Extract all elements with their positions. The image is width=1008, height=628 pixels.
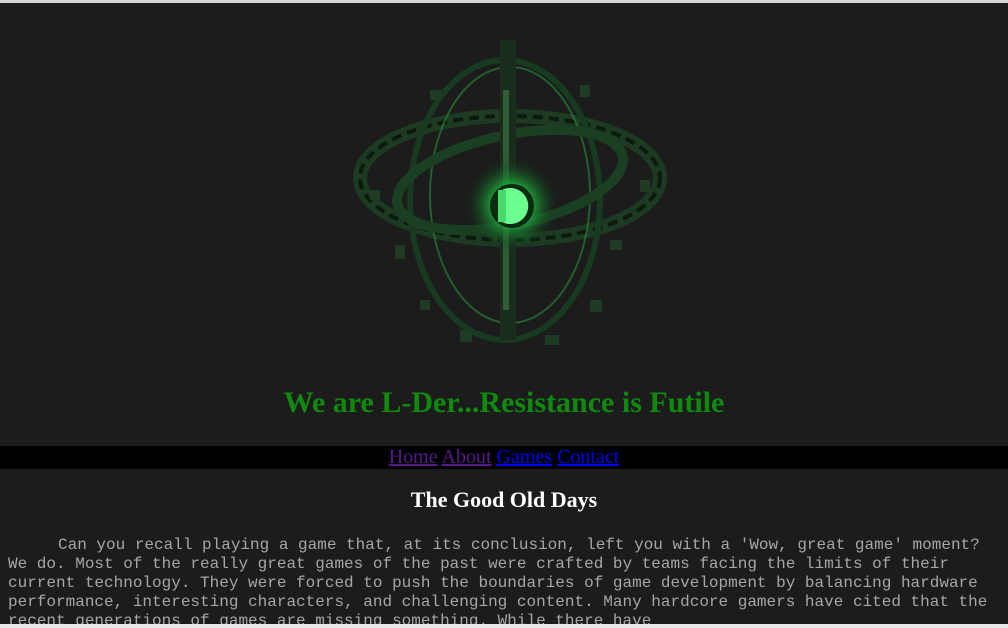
browser-top-edge <box>0 0 1008 3</box>
nav-link-about[interactable]: About <box>442 446 492 468</box>
nav-link-games[interactable]: Games <box>497 446 553 468</box>
l-der-logo-icon <box>353 40 667 345</box>
horizontal-scrollbar[interactable] <box>0 624 1008 628</box>
nav-link-home[interactable]: Home <box>389 446 438 468</box>
main-nav: Home About Games Contact <box>0 446 1008 469</box>
intro-paragraph: Can you recall playing a game that, at i… <box>8 536 988 628</box>
site-tagline: We are L-Der...Resistance is Futile <box>283 386 725 419</box>
section-title: The Good Old Days <box>410 487 598 512</box>
nav-link-contact[interactable]: Contact <box>557 446 619 468</box>
page: We are L-Der...Resistance is Futile Home… <box>0 0 1008 628</box>
